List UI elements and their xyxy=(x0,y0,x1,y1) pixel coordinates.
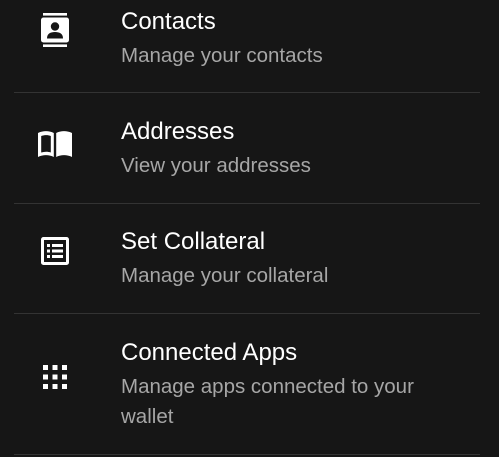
apps-grid-icon xyxy=(38,360,72,394)
menu-item-contacts[interactable]: Contacts Manage your contacts xyxy=(0,0,499,92)
menu-item-connected-apps[interactable]: Connected Apps Manage apps connected to … xyxy=(0,314,499,454)
book-icon xyxy=(38,127,72,161)
divider xyxy=(14,454,480,455)
menu-item-subtitle: Manage your collateral xyxy=(121,264,329,287)
menu-item-title: Addresses xyxy=(121,118,235,145)
contacts-icon xyxy=(38,13,72,47)
menu-item-set-collateral[interactable]: Set Collateral Manage your collateral xyxy=(0,204,499,313)
menu-item-title: Connected Apps xyxy=(121,339,298,366)
menu-item-title: Contacts xyxy=(121,8,216,35)
menu-item-subtitle: Manage your contacts xyxy=(121,44,323,67)
menu-item-addresses[interactable]: Addresses View your addresses xyxy=(0,93,499,203)
menu-item-subtitle: Manage apps connected to your wallet xyxy=(121,375,414,428)
menu-item-title: Set Collateral xyxy=(121,228,266,255)
menu-item-subtitle: View your addresses xyxy=(121,154,311,177)
list-icon xyxy=(38,234,72,268)
